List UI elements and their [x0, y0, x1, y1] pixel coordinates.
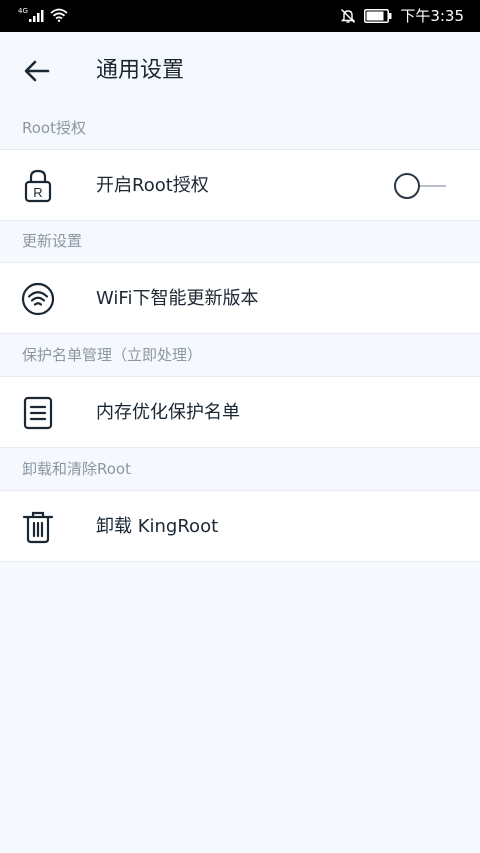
page-title: 通用设置: [96, 58, 185, 83]
lock-r-icon: R: [24, 169, 52, 203]
network-type: 4G: [18, 7, 28, 15]
root-auth-toggle[interactable]: [392, 172, 448, 200]
root-auth-label: 开启Root授权: [96, 175, 209, 196]
section-header-protect-list: 保护名单管理（立即处理）: [22, 346, 203, 364]
clock: 下午3:35: [400, 7, 464, 25]
status-bar: 4G 下午3:35: [0, 0, 480, 32]
protect-list-label: 内存优化保护名单: [96, 402, 240, 423]
battery-icon: [364, 9, 392, 23]
app-header: 通用设置: [0, 32, 480, 108]
settings-row-wifi-update[interactable]: WiFi下智能更新版本: [0, 262, 480, 334]
settings-row-uninstall[interactable]: 卸载 KingRoot: [0, 490, 480, 562]
toggle-knob: [394, 173, 420, 199]
uninstall-label: 卸载 KingRoot: [96, 516, 219, 537]
cell-signal-icon: [28, 10, 44, 22]
status-left: 4G: [18, 8, 68, 22]
wifi-signal-icon: [50, 8, 68, 22]
arrow-left-icon: [24, 60, 50, 82]
settings-row-root-auth[interactable]: R 开启Root授权: [0, 149, 480, 221]
wifi-icon: [21, 282, 55, 316]
notifications-off-icon: [341, 9, 356, 23]
section-header-update: 更新设置: [22, 232, 83, 250]
trash-icon: [22, 511, 54, 544]
document-list-icon: [23, 396, 53, 430]
back-button[interactable]: [22, 56, 52, 86]
section-header-root-auth: Root授权: [22, 119, 86, 137]
svg-text:R: R: [33, 185, 42, 200]
settings-row-protect-list[interactable]: 内存优化保护名单: [0, 376, 480, 448]
status-right: 下午3:35: [340, 7, 464, 25]
wifi-update-label: WiFi下智能更新版本: [96, 288, 259, 309]
section-header-uninstall: 卸载和清除Root: [22, 460, 131, 478]
